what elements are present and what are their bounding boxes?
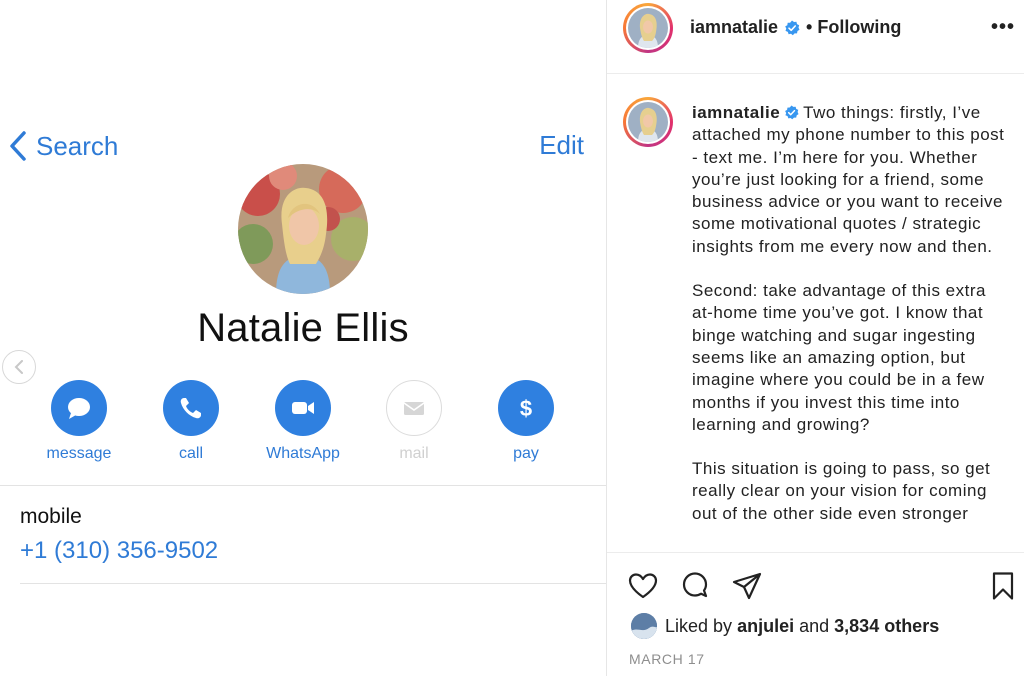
call-action-circle: [163, 380, 219, 436]
caption-avatar[interactable]: [623, 97, 673, 147]
caption-username[interactable]: iamnatalie: [692, 103, 780, 122]
liker-username[interactable]: anjulei: [737, 616, 794, 637]
post-caption: iamnatalie Two things: firstly, I’ve att…: [692, 102, 1012, 547]
mail-envelope-icon: [403, 402, 425, 415]
comment-icon[interactable]: [679, 570, 711, 602]
verified-badge-icon: [785, 105, 799, 120]
message-action-button[interactable]: message: [34, 380, 124, 463]
back-button[interactable]: Search: [8, 128, 118, 164]
likes-prefix: Liked by: [665, 615, 733, 636]
back-button-label: Search: [36, 130, 119, 161]
mail-action-circle: [386, 380, 442, 436]
contact-card: Search Edit Natalie Ellis message call W…: [0, 0, 606, 676]
verified-badge-icon: [785, 20, 800, 35]
collapse-sidebar-button[interactable]: [2, 350, 36, 384]
video-camera-icon: [292, 402, 314, 414]
likes-conjunction: and: [799, 615, 830, 636]
instagram-post: iamnatalie • Following ••• iamnatalie Tw…: [606, 0, 1024, 676]
section-divider-bottom: [20, 583, 606, 584]
svg-text:$: $: [520, 396, 532, 421]
following-button[interactable]: Following: [817, 17, 901, 38]
post-date: MARCH 17: [629, 651, 705, 667]
call-action-button[interactable]: call: [146, 380, 236, 463]
dollar-icon: $: [520, 396, 532, 421]
caption-paragraph-2: Second: take advantage of this extra at-…: [692, 281, 986, 434]
caption-paragraph-3: This situation is going to pass, so get …: [692, 459, 991, 523]
mail-action-label: mail: [399, 445, 429, 462]
call-action-label: call: [178, 445, 203, 462]
liker-avatar: [631, 613, 657, 639]
whatsapp-action-circle: [275, 380, 331, 436]
pay-action-label: pay: [513, 445, 539, 462]
header-avatar[interactable]: [623, 3, 673, 53]
phone-type-label: mobile: [20, 505, 82, 528]
contact-name: Natalie Ellis: [197, 306, 409, 350]
share-send-icon[interactable]: [731, 570, 763, 602]
caption-paragraph-1: Two things: firstly, I’ve attached my ph…: [692, 103, 1005, 256]
pay-action-circle: $: [498, 380, 554, 436]
phone-icon: [180, 398, 201, 419]
header-separator-dot: •: [806, 17, 813, 37]
pay-action-button[interactable]: $ pay: [481, 380, 571, 463]
likes-summary[interactable]: Liked by anjulei and 3,834 others: [631, 613, 939, 639]
header-username-row: iamnatalie • Following: [690, 17, 901, 38]
header-username[interactable]: iamnatalie: [690, 17, 778, 38]
like-heart-icon[interactable]: [627, 570, 659, 602]
more-options-icon[interactable]: •••: [991, 16, 1015, 39]
mail-action-button[interactable]: mail: [369, 380, 459, 463]
message-bubble-icon: [68, 398, 90, 419]
whatsapp-action-label: WhatsApp: [266, 445, 340, 462]
chevron-left-small-icon: [14, 360, 23, 374]
post-action-bar: Liked by anjulei and 3,834 others MARCH …: [607, 552, 1024, 676]
edit-button[interactable]: Edit: [539, 130, 584, 161]
likes-others-count[interactable]: 3,834 others: [834, 616, 939, 637]
contact-avatar: [238, 164, 368, 294]
phone-number-link[interactable]: +1 (310) 356-9502: [20, 537, 218, 565]
section-divider: [0, 485, 606, 486]
chevron-left-icon: [10, 131, 26, 161]
message-action-circle: [51, 380, 107, 436]
post-header: iamnatalie • Following •••: [607, 0, 1024, 74]
bookmark-icon[interactable]: [987, 570, 1019, 602]
whatsapp-action-button[interactable]: WhatsApp: [258, 380, 348, 463]
message-action-label: message: [46, 445, 112, 462]
caption-scroll-area[interactable]: iamnatalie Two things: firstly, I’ve att…: [607, 74, 1024, 552]
